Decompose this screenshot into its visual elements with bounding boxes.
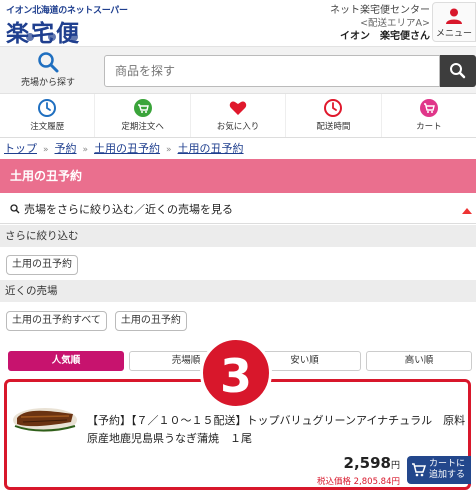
refine-section-label: さらに絞り込む [0,225,476,247]
search-icon [10,204,20,214]
tax-included-price: 税込価格 2,805.84円 [316,477,400,487]
heart-icon [229,101,247,115]
collapse-arrow-icon [462,208,472,214]
search-input[interactable] [104,55,440,87]
breadcrumb-separator: » [82,145,89,155]
store-info: ネット楽宅便センター <配送エリアA> イオン 楽宅便さん [330,4,430,43]
logo-dots [26,33,78,41]
quick-nav: 注文履歴 定期注文へ お気に入り 配送時間 カート [0,94,476,138]
page-title: 土用の丑予約 [0,159,476,193]
nav-delivery-time[interactable]: 配送時間 [286,94,382,137]
menu-label: メニュー [435,29,472,39]
nearby-tags: 土用の丑予約すべて 土用の丑予約 [0,308,476,331]
product-name[interactable]: 【予約】【７／１０～１５配送】トップバリュグリーンアイナチュラル 原料原産地鹿児… [87,412,467,448]
refine-tag[interactable]: 土用の丑予約 [6,255,78,275]
nav-favorites[interactable]: お気に入り [191,94,287,137]
nav-label: カート [416,122,442,132]
nav-label: お気に入り [216,122,260,132]
cart-label-line1: カートに [429,459,466,469]
cart-icon [419,99,438,117]
nav-cart[interactable]: カート [382,94,476,137]
clock-icon [38,99,57,117]
delivery-area[interactable]: <配送エリアA> [330,17,430,30]
nav-label: 注文履歴 [30,122,65,132]
breadcrumb: トップ » 予約 » 土用の丑予約 » 土用の丑予約 [4,140,244,156]
browse-sections-button[interactable]: 売場から探す [16,51,80,88]
narrow-toggle[interactable]: 売場をさらに絞り込む／近くの売場を見る [0,196,476,224]
nearby-section-label: 近くの売場 [0,280,476,302]
browse-sections-label: 売場から探す [20,78,75,88]
nav-regular-order[interactable]: 定期注文へ [95,94,191,137]
cart-repeat-icon [133,99,152,117]
menu-button[interactable]: メニュー [432,2,476,42]
nav-label: 定期注文へ [121,122,164,132]
clock-icon [324,99,343,117]
search-icon [450,63,466,79]
narrow-heading: 売場をさらに絞り込む／近くの売場を見る [24,203,233,216]
add-to-cart-button[interactable]: カートに 追加する [407,456,471,484]
breadcrumb-link[interactable]: 土用の丑予約 [94,142,160,155]
price-unit: 円 [390,461,400,471]
nav-order-history[interactable]: 注文履歴 [0,94,96,137]
site-header: イオン北海道のネットスーパー 楽宅便 ネット楽宅便センター <配送エリアA> イ… [0,0,476,48]
price-value: 2,598 [343,454,391,472]
step-number-badge: 3 [200,337,272,409]
eel-product-image[interactable] [11,396,79,440]
search-bar: 売場から探す [0,46,476,94]
search-submit-button[interactable] [440,55,476,87]
center-name: ネット楽宅便センター [330,5,430,16]
site-logo[interactable]: 楽宅便 [6,14,81,48]
sort-tab-highest[interactable]: 高い順 [366,351,472,371]
nearby-tag[interactable]: 土用の丑予約 [114,311,187,331]
cart-icon [412,463,427,477]
sort-tab-popular[interactable]: 人気順 [8,351,124,371]
search-icon [38,52,59,73]
nearby-tag[interactable]: 土用の丑予約すべて [6,311,107,331]
breadcrumb-link[interactable]: トップ [4,142,37,155]
breadcrumb-link[interactable]: 予約 [55,142,77,155]
refine-tags: 土用の丑予約 [0,252,476,275]
breadcrumb-separator: » [43,145,49,155]
user-name: イオン 楽宅便さん [340,31,430,42]
cart-label-line2: 追加する [429,470,466,480]
product-price: 2,598円 [344,454,400,472]
user-icon [446,8,462,24]
breadcrumb-separator: » [166,145,172,155]
breadcrumb-link[interactable]: 土用の丑予約 [178,142,244,155]
nav-label: 配送時間 [316,122,351,132]
